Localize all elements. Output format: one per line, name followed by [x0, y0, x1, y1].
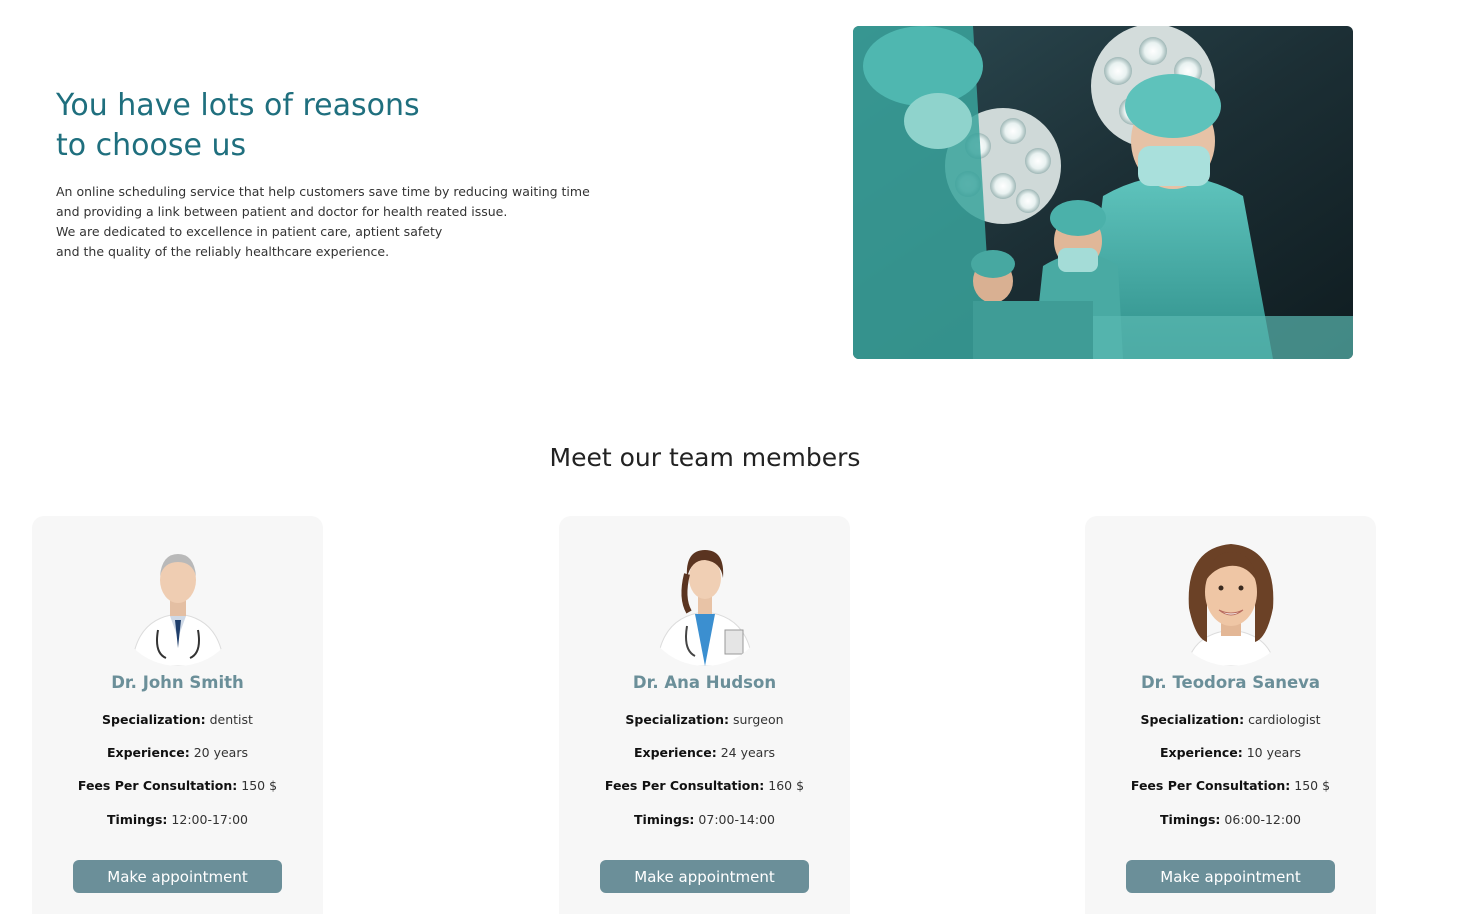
doctor-avatar: [640, 538, 769, 666]
hero-description-line: and the quality of the reliably healthca…: [56, 244, 390, 259]
hero-title: You have lots of reasons to choose us: [56, 86, 656, 166]
doctor-name: Dr. Teodora Saneva: [1140, 673, 1321, 692]
doctor-timings: Timings: 06:00-12:00: [1160, 812, 1301, 827]
doctor-fees: Fees Per Consultation: 160 $: [604, 778, 805, 793]
hero-description-line: We are dedicated to excellence in patien…: [56, 224, 443, 239]
hero-description: An online scheduling service that help c…: [56, 182, 616, 262]
doctor-timings: Timings: 12:00-17:00: [107, 812, 248, 827]
doctor-specialization: Specialization: surgeon: [625, 712, 784, 727]
doctor-specialization: Specialization: cardiologist: [1140, 712, 1321, 727]
make-appointment-button[interactable]: Make appointment: [1126, 860, 1335, 893]
hero-description-line: An online scheduling service that help c…: [56, 184, 590, 199]
hero-description-line: and providing a link between patient and…: [56, 204, 508, 219]
doctor-timings: Timings: 07:00-14:00: [634, 812, 775, 827]
doctor-experience: Experience: 10 years: [1159, 745, 1301, 760]
doctor-avatar: [113, 538, 242, 666]
hero-title-line-2: to choose us: [56, 128, 247, 163]
surgery-team-photo: [853, 26, 1353, 359]
doctor-specialization: Specialization: dentist: [102, 712, 253, 727]
doctor-card: Dr. Teodora Saneva Specialization: cardi…: [1085, 516, 1376, 914]
doctor-name: Dr. Ana Hudson: [632, 673, 777, 692]
hero-title-line-1: You have lots of reasons: [56, 88, 420, 123]
make-appointment-button[interactable]: Make appointment: [73, 860, 282, 893]
doctor-fees: Fees Per Consultation: 150 $: [77, 778, 278, 793]
doctor-card: Dr. John Smith Specialization: dentist E…: [32, 516, 323, 914]
doctor-avatar: [1166, 538, 1295, 666]
doctor-experience: Experience: 24 years: [633, 745, 775, 760]
doctor-name: Dr. John Smith: [111, 673, 244, 692]
make-appointment-button[interactable]: Make appointment: [600, 860, 809, 893]
team-heading: Meet our team members: [549, 443, 861, 472]
doctor-card: Dr. Ana Hudson Specialization: surgeon E…: [559, 516, 850, 914]
doctor-fees: Fees Per Consultation: 150 $: [1130, 778, 1331, 793]
doctor-experience: Experience: 20 years: [106, 745, 248, 760]
